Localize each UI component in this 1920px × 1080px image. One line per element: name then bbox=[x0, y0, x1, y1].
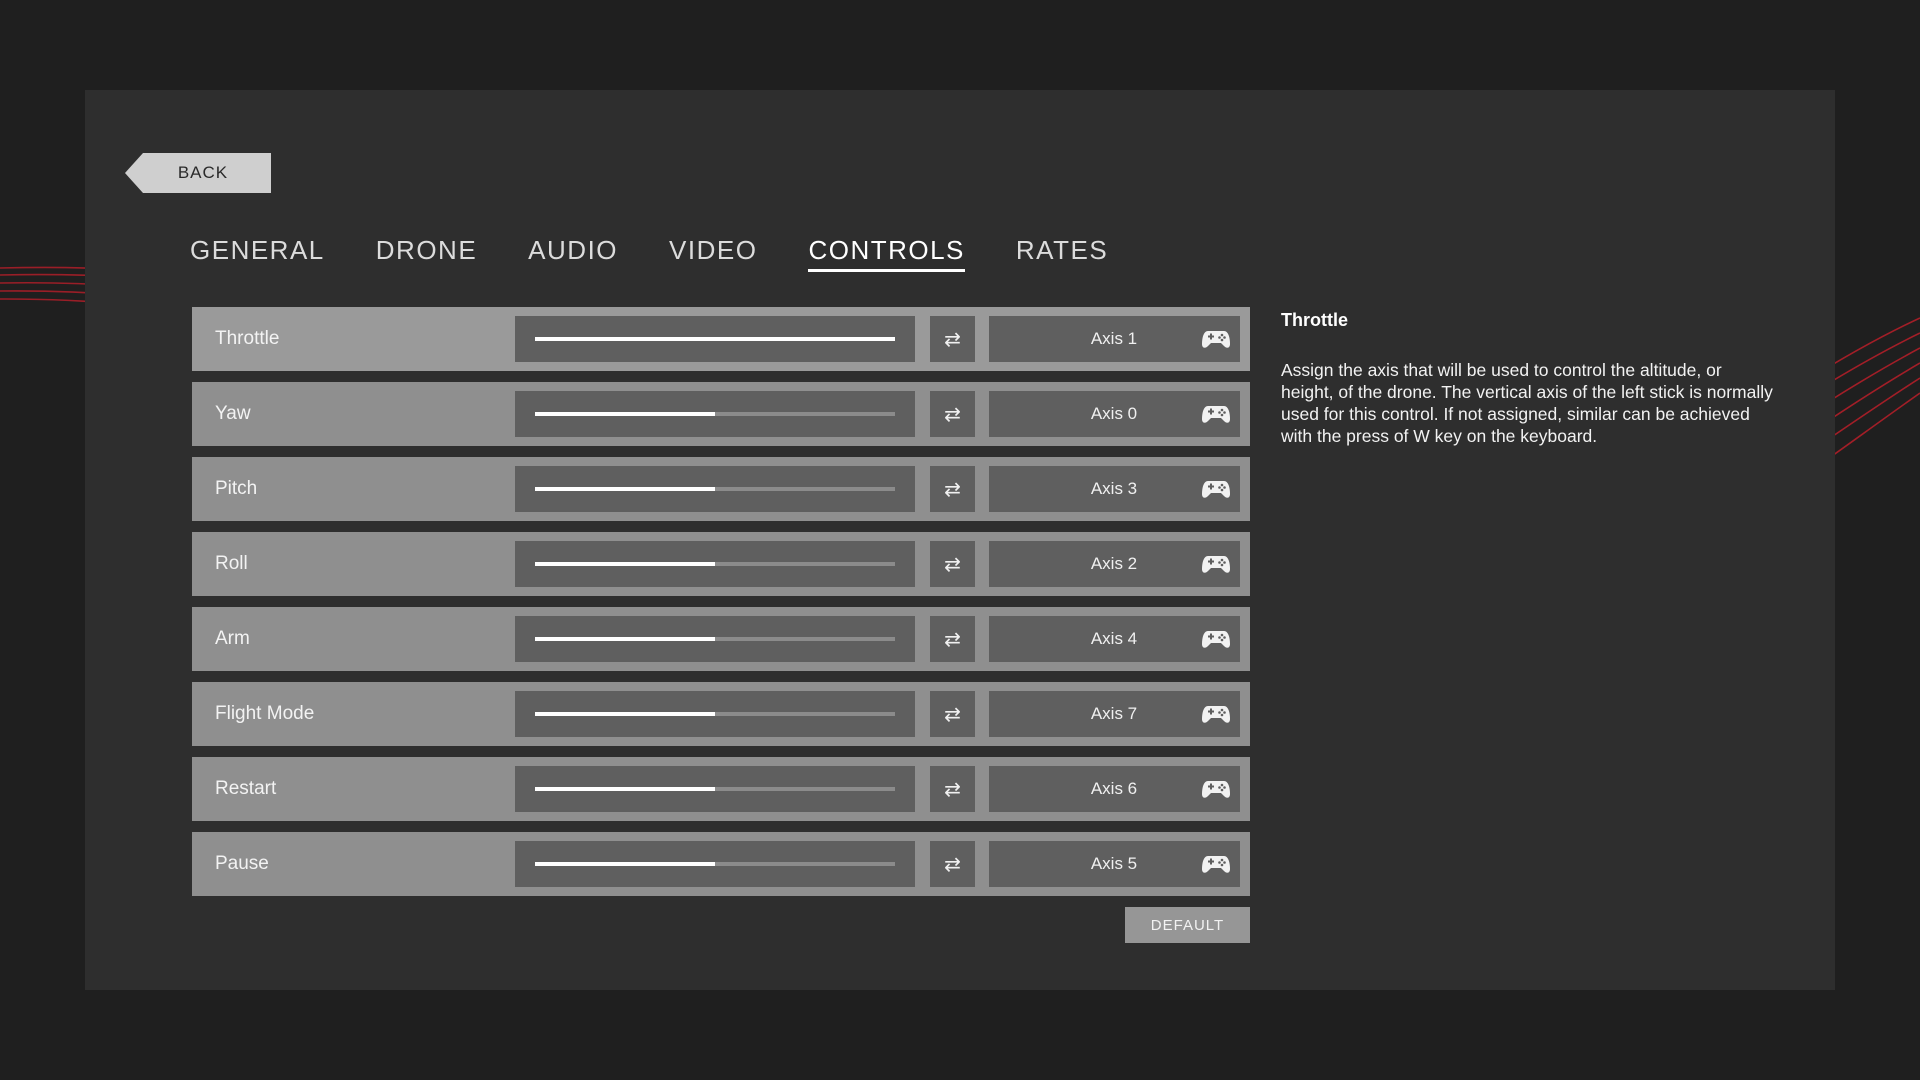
slider-track bbox=[535, 862, 895, 866]
invert-axis-button[interactable]: ⇄ bbox=[930, 316, 975, 362]
control-row-pause[interactable]: Pause ⇄ Axis 5 bbox=[192, 832, 1250, 896]
slider-fill bbox=[535, 412, 715, 416]
tab-general[interactable]: GENERAL bbox=[190, 232, 325, 272]
invert-axis-button[interactable]: ⇄ bbox=[930, 841, 975, 887]
slider-track bbox=[535, 637, 895, 641]
swap-arrows-icon: ⇄ bbox=[944, 853, 961, 876]
tab-audio[interactable]: AUDIO bbox=[528, 232, 618, 272]
axis-assign-button[interactable]: Axis 5 bbox=[989, 841, 1240, 887]
tab-drone[interactable]: DRONE bbox=[376, 232, 477, 272]
swap-arrows-icon: ⇄ bbox=[944, 628, 961, 651]
swap-arrows-icon: ⇄ bbox=[944, 778, 961, 801]
slider-track bbox=[535, 562, 895, 566]
slider-track bbox=[535, 412, 895, 416]
slider-track bbox=[535, 337, 895, 341]
controls-list: Throttle ⇄ Axis 1 Yaw ⇄ Axis 0 Pitch ⇄ A… bbox=[192, 307, 1250, 907]
slider-fill bbox=[535, 337, 895, 341]
slider-fill bbox=[535, 562, 715, 566]
gamepad-icon bbox=[1202, 706, 1230, 723]
gamepad-icon bbox=[1202, 781, 1230, 798]
control-label: Pitch bbox=[215, 478, 258, 499]
slider-fill bbox=[535, 712, 715, 716]
invert-axis-button[interactable]: ⇄ bbox=[930, 541, 975, 587]
swap-arrows-icon: ⇄ bbox=[944, 478, 961, 501]
axis-assign-button[interactable]: Axis 1 bbox=[989, 316, 1240, 362]
settings-tabs: GENERAL DRONE AUDIO VIDEO CONTROLS RATES bbox=[190, 232, 1159, 272]
control-row-flight-mode[interactable]: Flight Mode ⇄ Axis 7 bbox=[192, 682, 1250, 746]
control-label: Pause bbox=[215, 853, 269, 874]
slider-fill bbox=[535, 787, 715, 791]
gamepad-icon bbox=[1202, 331, 1230, 348]
axis-slider[interactable] bbox=[515, 466, 915, 512]
gamepad-icon bbox=[1202, 856, 1230, 873]
axis-assign-button[interactable]: Axis 7 bbox=[989, 691, 1240, 737]
gamepad-icon bbox=[1202, 481, 1230, 498]
control-row-throttle[interactable]: Throttle ⇄ Axis 1 bbox=[192, 307, 1250, 371]
default-button[interactable]: DEFAULT bbox=[1125, 907, 1250, 943]
axis-slider[interactable] bbox=[515, 691, 915, 737]
control-row-restart[interactable]: Restart ⇄ Axis 6 bbox=[192, 757, 1250, 821]
invert-axis-button[interactable]: ⇄ bbox=[930, 616, 975, 662]
control-label: Flight Mode bbox=[215, 703, 315, 724]
control-row-arm[interactable]: Arm ⇄ Axis 4 bbox=[192, 607, 1250, 671]
axis-slider[interactable] bbox=[515, 391, 915, 437]
axis-assign-button[interactable]: Axis 0 bbox=[989, 391, 1240, 437]
back-button[interactable]: BACK bbox=[125, 153, 271, 193]
description-title: Throttle bbox=[1281, 310, 1348, 330]
invert-axis-button[interactable]: ⇄ bbox=[930, 691, 975, 737]
axis-assign-button[interactable]: Axis 4 bbox=[989, 616, 1240, 662]
control-row-roll[interactable]: Roll ⇄ Axis 2 bbox=[192, 532, 1250, 596]
control-label: Throttle bbox=[215, 328, 280, 349]
tab-video[interactable]: VIDEO bbox=[669, 232, 757, 272]
control-label: Yaw bbox=[215, 403, 251, 424]
axis-slider[interactable] bbox=[515, 616, 915, 662]
invert-axis-button[interactable]: ⇄ bbox=[930, 391, 975, 437]
slider-fill bbox=[535, 487, 715, 491]
swap-arrows-icon: ⇄ bbox=[944, 703, 961, 726]
swap-arrows-icon: ⇄ bbox=[944, 328, 961, 351]
axis-slider[interactable] bbox=[515, 841, 915, 887]
description-text: Assign the axis that will be used to con… bbox=[1281, 360, 1773, 446]
slider-fill bbox=[535, 637, 715, 641]
axis-slider[interactable] bbox=[515, 541, 915, 587]
axis-slider[interactable] bbox=[515, 316, 915, 362]
axis-slider[interactable] bbox=[515, 766, 915, 812]
axis-assign-button[interactable]: Axis 6 bbox=[989, 766, 1240, 812]
tab-controls[interactable]: CONTROLS bbox=[808, 232, 966, 272]
tab-rates[interactable]: RATES bbox=[1016, 232, 1108, 272]
swap-arrows-icon: ⇄ bbox=[944, 403, 961, 426]
invert-axis-button[interactable]: ⇄ bbox=[930, 766, 975, 812]
gamepad-icon bbox=[1202, 406, 1230, 423]
control-label: Restart bbox=[215, 778, 277, 799]
slider-fill bbox=[535, 862, 715, 866]
invert-axis-button[interactable]: ⇄ bbox=[930, 466, 975, 512]
slider-track bbox=[535, 712, 895, 716]
control-row-pitch[interactable]: Pitch ⇄ Axis 3 bbox=[192, 457, 1250, 521]
axis-assign-button[interactable]: Axis 2 bbox=[989, 541, 1240, 587]
axis-assign-button[interactable]: Axis 3 bbox=[989, 466, 1240, 512]
gamepad-icon bbox=[1202, 556, 1230, 573]
slider-track bbox=[535, 787, 895, 791]
control-label: Roll bbox=[215, 553, 248, 574]
swap-arrows-icon: ⇄ bbox=[944, 553, 961, 576]
gamepad-icon bbox=[1202, 631, 1230, 648]
slider-track bbox=[535, 487, 895, 491]
control-row-yaw[interactable]: Yaw ⇄ Axis 0 bbox=[192, 382, 1250, 446]
control-label: Arm bbox=[215, 628, 250, 649]
